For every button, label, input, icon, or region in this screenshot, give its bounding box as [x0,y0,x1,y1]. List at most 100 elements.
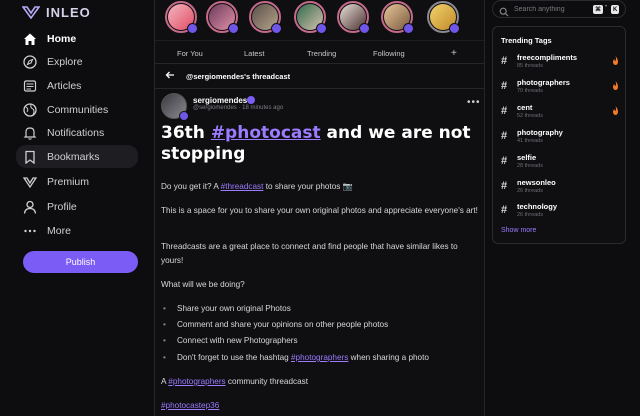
hashtag-link[interactable]: #photographers [291,353,348,362]
more-icon [22,223,38,239]
nav-label: More [47,224,71,237]
hashtag-icon: # [501,55,508,67]
logo-text: INLEO [46,4,91,20]
hashtag-link[interactable]: #photographers [168,377,225,386]
hashtag-icon: # [501,130,508,142]
leo-badge-icon [271,23,282,34]
premium-icon [22,174,38,190]
list-item-text: Don't forget to use the hashtag #photogr… [177,353,429,362]
hashtag-icon: # [501,105,508,117]
publish-button[interactable]: Publish [23,251,138,273]
article-icon [22,78,38,94]
tag-name: freecompliments [517,53,578,62]
fire-icon [613,81,618,90]
list-item: • Don't forget to use the hashtag #photog… [163,353,429,362]
tag-name: selfie [517,153,537,162]
post-title: 36th #photocast and we are not stopping [161,123,481,165]
trending-tag[interactable]: # freecompliments 85 threads [501,53,619,75]
list-item: • Connect with new Photographers [163,336,298,345]
leo-badge-icon [449,23,460,34]
trending-tag[interactable]: # photography 41 threads [501,128,619,150]
story-avatar[interactable] [294,1,327,34]
nav-label: Articles [47,79,82,92]
leo-badge-icon [228,23,239,34]
stories-bar [155,0,484,40]
list-item-text: Connect with new Photographers [177,336,298,345]
story-avatar[interactable] [165,1,198,34]
show-more-link[interactable]: Show more [501,227,536,234]
story-avatar[interactable] [206,1,239,34]
nav-item-notifications[interactable]: Notifications [16,121,138,144]
title-text: 36th [161,123,211,143]
nav-item-premium[interactable]: Premium [16,170,138,193]
post-paragraph: This is a space for you to share your ow… [161,206,478,215]
thread-header: @sergiomendes's threadcast [155,65,484,89]
nav-item-explore[interactable]: Explore [16,50,138,73]
nav-label: Notifications [47,126,105,139]
tag-name: technology [517,202,558,211]
shortcut-key: K [611,5,620,14]
sidebar: INLEO Home Explore Articles Communities … [0,0,154,416]
hashtag-link[interactable]: #photocast [211,123,321,143]
nav-item-bookmarks[interactable]: Bookmarks [16,145,138,168]
leo-badge-icon [316,23,327,34]
leo-badge-icon [187,23,198,34]
thread-title: @sergiomendes's threadcast [186,72,291,81]
leo-logo-icon [22,5,40,19]
story-avatar[interactable] [427,1,460,34]
trending-tag[interactable]: # technology 26 threads [501,202,619,224]
nav-item-articles[interactable]: Articles [16,74,138,97]
nav-item-more[interactable]: More [16,219,138,242]
trending-title: Trending Tags [501,36,552,45]
text: Do you get it? A [161,182,221,191]
add-tab-button[interactable]: + [451,41,457,65]
trending-tag[interactable]: # photographers 70 threads [501,78,619,100]
text: community threadcast [225,377,309,386]
post-paragraph: Do you get it? A #threadcast to share yo… [161,180,481,194]
trending-tag[interactable]: # newsonleo 26 threads [501,178,619,200]
author-handle: @sergiomendes [193,105,237,111]
post-paragraph: Threadcasts are a great place to connect… [161,242,458,265]
trending-tag[interactable]: # selfie 28 threads [501,153,619,175]
tab-latest[interactable]: Latest [244,41,264,65]
hashtag-link[interactable]: #photocastep36 [161,401,219,410]
bell-icon [22,125,38,141]
fire-icon [613,106,618,115]
back-arrow-icon[interactable] [165,70,177,84]
nav-item-profile[interactable]: Profile [16,195,138,218]
logo[interactable]: INLEO [22,4,91,20]
story-avatar[interactable] [249,1,282,34]
hashtag-icon: # [501,180,508,192]
hashtag-link[interactable]: #threadcast [221,182,264,191]
author-avatar[interactable] [161,93,189,121]
author-meta: @sergiomendes · 18 minutes ago [193,105,284,111]
tag-count: 26 threads [517,212,543,218]
story-avatar[interactable] [381,1,414,34]
tab-trending[interactable]: Trending [307,41,336,65]
tag-count: 85 threads [517,63,543,69]
list-item: • Comment and share your opinions on othe… [163,320,389,329]
app: INLEO Home Explore Articles Communities … [0,0,640,416]
search-input[interactable] [514,3,584,15]
search-bar: ⌘ • K [492,0,626,18]
nav-item-communities[interactable]: Communities [16,98,138,121]
trending-tag[interactable]: # cent 52 threads [501,103,619,125]
home-icon [22,31,38,47]
list-item-text: Comment and share your opinions on other… [177,320,389,329]
story-avatar[interactable] [337,1,370,34]
text: to share your photos 📷 [263,182,353,191]
author-name[interactable]: sergiomendes [193,96,247,105]
text: when sharing a photo [348,353,429,362]
hashtag-icon: # [501,204,508,216]
user-icon [22,199,38,215]
search-icon [499,4,509,17]
nav-label: Home [47,32,77,45]
leo-badge-icon [359,23,370,34]
post-paragraph: A #photographers community threadcast [161,375,481,389]
main-feed: For You Latest Trending Following + @ser… [154,0,485,416]
tab-for-you[interactable]: For You [177,41,203,65]
tag-count: 70 threads [517,88,543,94]
tab-following[interactable]: Following [373,41,405,65]
post-options-icon[interactable]: ••• [467,97,481,108]
nav-item-home[interactable]: Home [16,27,138,50]
